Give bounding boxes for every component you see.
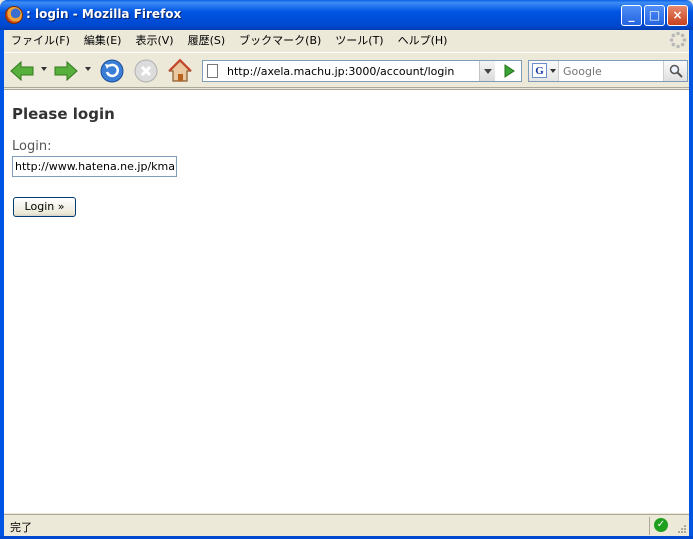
menu-bar: ファイル(F) 編集(E) 表示(V) 履歴(S) ブックマーク(B) ツール(… bbox=[4, 30, 689, 51]
window-title: : login - Mozilla Firefox bbox=[26, 7, 182, 21]
menu-history[interactable]: 履歴(S) bbox=[181, 31, 233, 51]
stop-icon[interactable] bbox=[132, 57, 160, 85]
maximize-button[interactable]: □ bbox=[644, 5, 665, 26]
search-input[interactable] bbox=[563, 62, 659, 80]
menu-edit[interactable]: 編集(E) bbox=[77, 31, 129, 51]
magnifier-icon bbox=[669, 64, 683, 78]
status-text: 完了 bbox=[10, 521, 32, 534]
status-divider bbox=[649, 517, 650, 535]
address-bar[interactable] bbox=[202, 60, 522, 82]
chevron-down-icon bbox=[484, 69, 492, 74]
url-input[interactable] bbox=[227, 62, 477, 80]
forward-arrow-icon[interactable] bbox=[52, 57, 80, 85]
forward-dropdown-icon[interactable] bbox=[85, 67, 91, 71]
minimize-button[interactable]: _ bbox=[621, 5, 642, 26]
home-icon[interactable] bbox=[166, 57, 194, 85]
google-icon: G bbox=[532, 63, 547, 78]
status-bar: 完了 ✓ bbox=[4, 514, 689, 536]
back-dropdown-icon[interactable] bbox=[41, 67, 47, 71]
throbber-icon bbox=[669, 31, 687, 49]
check-icon: ✓ bbox=[654, 518, 668, 532]
page-title: Please login bbox=[12, 105, 115, 123]
login-field[interactable] bbox=[12, 156, 177, 177]
search-bar[interactable]: G bbox=[528, 60, 688, 82]
resize-grip-icon[interactable] bbox=[677, 524, 687, 534]
chevron-down-icon bbox=[550, 69, 556, 73]
close-button[interactable]: × bbox=[667, 5, 688, 26]
page-content: Please login Login: Login » bbox=[4, 89, 689, 513]
page-icon bbox=[207, 64, 218, 78]
firefox-logo-icon bbox=[5, 6, 23, 24]
menu-tools[interactable]: ツール(T) bbox=[328, 31, 390, 51]
search-engine-selector[interactable]: G bbox=[529, 61, 559, 81]
login-label: Login: bbox=[12, 139, 52, 154]
menu-view[interactable]: 表示(V) bbox=[128, 31, 180, 51]
navigation-toolbar: G bbox=[4, 52, 689, 88]
reload-icon[interactable] bbox=[98, 57, 126, 85]
window-titlebar[interactable]: : login - Mozilla Firefox _ □ × bbox=[0, 0, 693, 30]
search-button[interactable] bbox=[663, 61, 687, 81]
window-frame-right bbox=[689, 30, 693, 539]
back-arrow-icon[interactable] bbox=[8, 57, 36, 85]
menu-bookmarks[interactable]: ブックマーク(B) bbox=[232, 31, 328, 51]
go-arrow-icon[interactable] bbox=[499, 62, 519, 80]
login-button[interactable]: Login » bbox=[13, 197, 76, 217]
menu-help[interactable]: ヘルプ(H) bbox=[391, 31, 455, 51]
menu-file[interactable]: ファイル(F) bbox=[4, 31, 77, 51]
url-history-dropdown[interactable] bbox=[479, 61, 495, 81]
